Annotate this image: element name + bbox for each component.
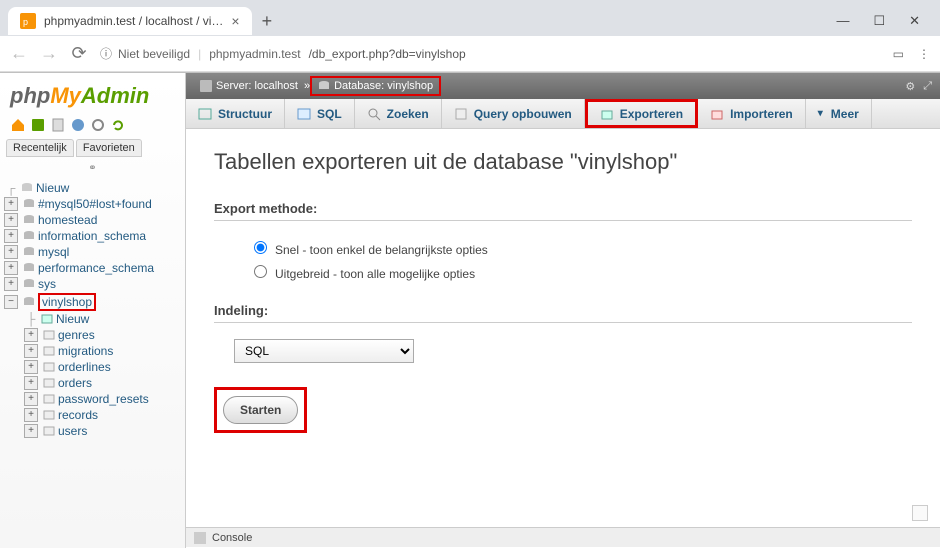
address-bar: ← → ⟳ ⓘ Niet beveiligd | phpmyadmin.test… — [0, 36, 940, 72]
tab-title: phpmyadmin.test / localhost / vi… — [44, 14, 223, 28]
tab-structure[interactable]: Structuur — [186, 99, 285, 128]
forward-button[interactable]: → — [40, 43, 58, 64]
breadcrumb-database[interactable]: Database: vinylshop — [310, 76, 441, 96]
tab-import[interactable]: Importeren — [698, 99, 806, 128]
window-controls: — ☐ ✕ — [836, 13, 932, 29]
import-icon — [710, 107, 724, 121]
export-method-options: Snel - toon enkel de belangrijkste optie… — [214, 231, 912, 303]
close-tab-icon[interactable]: × — [231, 13, 239, 29]
settings-icon[interactable] — [90, 117, 106, 133]
browser-tab-bar: p phpmyadmin.test / localhost / vi… × + … — [0, 0, 940, 36]
server-icon — [200, 80, 212, 92]
tab-sql[interactable]: SQL — [285, 99, 355, 128]
minimize-button[interactable]: — — [836, 13, 849, 29]
export-icon — [600, 107, 614, 121]
tree-db[interactable]: +#mysql50#lost+found — [4, 197, 181, 211]
console-icon — [194, 532, 206, 544]
structure-icon — [198, 107, 212, 121]
sql-tab-icon — [297, 107, 311, 121]
tree-table[interactable]: +password_resets — [24, 392, 181, 406]
content-area: Tabellen exporteren uit de database "vin… — [186, 129, 940, 548]
docs-icon[interactable] — [50, 117, 66, 133]
breadcrumb-server[interactable]: Server: localhost — [194, 78, 304, 94]
db-tree: ┌Nieuw +#mysql50#lost+found +homestead +… — [0, 180, 185, 440]
sidebar-toolbar — [0, 117, 185, 139]
logout-icon[interactable] — [30, 117, 46, 133]
radio-quick-input[interactable] — [254, 241, 267, 254]
breadcrumb: Server: localhost » Database: vinylshop … — [186, 73, 940, 99]
sidebar-tab-favorites[interactable]: Favorieten — [76, 139, 142, 157]
reload-tree-icon[interactable] — [110, 117, 126, 133]
export-method-label: Export methode: — [214, 201, 912, 221]
tree-db-active[interactable]: −vinylshop — [4, 293, 181, 311]
tree-db[interactable]: +sys — [4, 277, 181, 291]
tree-db[interactable]: +information_schema — [4, 229, 181, 243]
tree-table[interactable]: +orderlines — [24, 360, 181, 374]
main-panel: Server: localhost » Database: vinylshop … — [186, 73, 940, 548]
tree-new[interactable]: ┌Nieuw — [4, 181, 181, 195]
tree-table[interactable]: +records — [24, 408, 181, 422]
radio-quick[interactable]: Snel - toon enkel de belangrijkste optie… — [254, 237, 912, 261]
sql-icon[interactable] — [70, 117, 86, 133]
sidebar-tabs: Recentelijk Favorieten — [0, 139, 185, 161]
query-icon — [454, 107, 468, 121]
url-host: phpmyadmin.test — [209, 47, 300, 61]
tree-db[interactable]: +performance_schema — [4, 261, 181, 275]
menu-icon[interactable]: ⋮ — [918, 47, 930, 61]
format-select[interactable]: SQL — [234, 339, 414, 363]
tree-db[interactable]: +homestead — [4, 213, 181, 227]
site-settings-icon[interactable]: ▭ — [893, 47, 904, 61]
tree-table[interactable]: +orders — [24, 376, 181, 390]
page-title: Tabellen exporteren uit de database "vin… — [214, 149, 912, 175]
gear-icon[interactable]: ⚙ — [905, 80, 915, 93]
scroll-top-button[interactable] — [912, 505, 928, 521]
sidebar: phpMyAdmin Recentelijk Favorieten ⚭ ┌Nie… — [0, 73, 186, 548]
url-field[interactable]: ⓘ Niet beveiligd | phpmyadmin.test /db_e… — [100, 45, 881, 62]
tree-new-table[interactable]: ├Nieuw — [24, 312, 181, 326]
browser-tab[interactable]: p phpmyadmin.test / localhost / vi… × — [8, 7, 252, 35]
start-button[interactable]: Starten — [223, 396, 298, 424]
close-window-button[interactable]: ✕ — [909, 13, 920, 29]
exit-icon[interactable]: ⤢ — [923, 80, 932, 93]
tree-table[interactable]: +genres — [24, 328, 181, 342]
format-label: Indeling: — [214, 303, 912, 323]
svg-text:p: p — [23, 17, 28, 27]
favicon-icon: p — [20, 13, 36, 29]
maximize-button[interactable]: ☐ — [873, 13, 885, 29]
tree-db[interactable]: +mysql — [4, 245, 181, 259]
browser-chrome: p phpmyadmin.test / localhost / vi… × + … — [0, 0, 940, 73]
reload-button[interactable]: ⟳ — [70, 43, 88, 64]
info-icon: ⓘ — [100, 45, 112, 62]
tab-more[interactable]: Meer — [806, 99, 872, 128]
tree-table[interactable]: +migrations — [24, 344, 181, 358]
security-label: Niet beveiligd — [118, 47, 190, 61]
search-icon — [367, 107, 381, 121]
console-label: Console — [212, 532, 252, 544]
url-path: /db_export.php?db=vinylshop — [309, 47, 466, 61]
new-tab-button[interactable]: + — [252, 7, 283, 36]
tab-query[interactable]: Query opbouwen — [442, 99, 585, 128]
home-icon[interactable] — [10, 117, 26, 133]
tab-export[interactable]: Exporteren — [585, 99, 698, 128]
tab-search[interactable]: Zoeken — [355, 99, 442, 128]
back-button[interactable]: ← — [10, 43, 28, 64]
database-icon — [318, 80, 330, 92]
radio-custom-input[interactable] — [254, 265, 267, 278]
console-bar[interactable]: Console — [186, 527, 940, 547]
main-tabs: Structuur SQL Zoeken Query opbouwen Expo… — [186, 99, 940, 129]
logo[interactable]: phpMyAdmin — [0, 77, 185, 117]
sidebar-tab-recent[interactable]: Recentelijk — [6, 139, 74, 157]
radio-custom[interactable]: Uitgebreid - toon alle mogelijke opties — [254, 261, 912, 285]
start-button-highlight: Starten — [214, 387, 307, 433]
tree-table[interactable]: +users — [24, 424, 181, 438]
link-icon: ⚭ — [0, 161, 185, 180]
